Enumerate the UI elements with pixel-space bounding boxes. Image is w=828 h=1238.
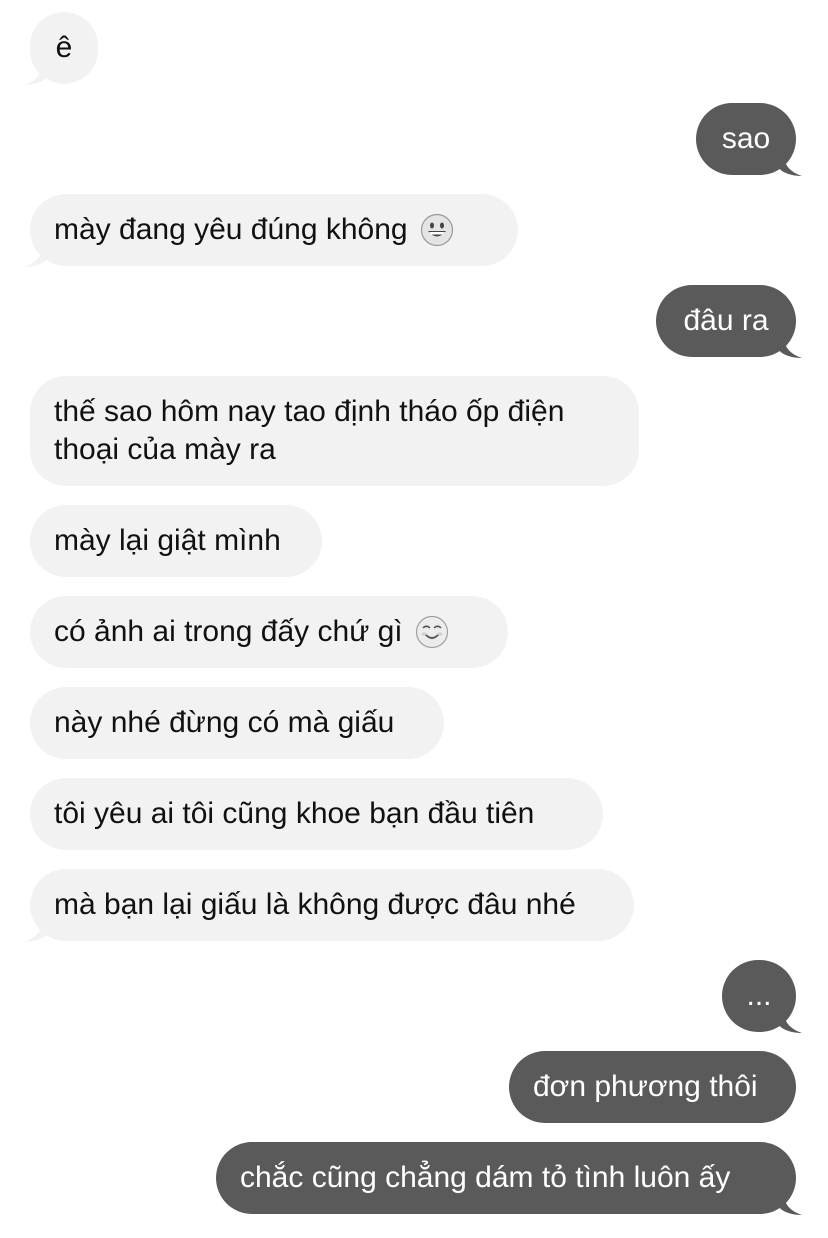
grinning-face-icon — [420, 213, 453, 247]
message-text: tôi yêu ai tôi cũng khoe bạn đầu tiên — [54, 797, 535, 830]
bubble-tail — [24, 921, 48, 942]
message-text: ... — [746, 979, 772, 1012]
bubble-tail — [24, 64, 48, 85]
message-text: đơn phương thôi — [533, 1070, 758, 1103]
message-text: có ảnh ai trong đấy chứ gì — [54, 615, 403, 648]
message-text: đâu ra — [683, 304, 769, 337]
message-text: sao — [721, 122, 771, 155]
smiling-face-icon — [415, 615, 448, 649]
message-text: này nhé đừng có mà giấu — [54, 706, 395, 739]
message-text: mà bạn lại giấu là không được đâu nhé — [54, 888, 576, 921]
message-bubble-incoming[interactable]: mày lại giật mình — [30, 505, 322, 577]
bubble-tail — [24, 246, 48, 267]
message-text: mày đang yêu đúng không — [54, 213, 408, 246]
message-bubble-outgoing[interactable]: đơn phương thôi — [509, 1051, 796, 1123]
message-bubble-incoming[interactable]: tôi yêu ai tôi cũng khoe bạn đầu tiên — [30, 778, 603, 850]
bubble-tail — [778, 155, 802, 176]
message-bubble-incoming[interactable]: này nhé đừng có mà giấu — [30, 687, 444, 759]
message-text: thế sao hôm nay tao định tháo ốp điện th… — [54, 395, 565, 466]
message-bubble-incoming[interactable]: mà bạn lại giấu là không được đâu nhé — [30, 869, 634, 941]
message-text: ê — [55, 31, 73, 64]
bubble-tail — [778, 1012, 802, 1033]
message-bubble-outgoing[interactable]: đâu ra — [656, 285, 796, 357]
message-bubble-incoming[interactable]: có ảnh ai trong đấy chứ gì — [30, 596, 508, 668]
message-bubble-outgoing[interactable]: chắc cũng chẳng dám tỏ tình luôn ấy — [216, 1142, 796, 1214]
message-text: mày lại giật mình — [54, 524, 281, 557]
bubble-tail — [778, 337, 802, 358]
message-text: chắc cũng chẳng dám tỏ tình luôn ấy — [240, 1161, 731, 1194]
message-bubble-incoming[interactable]: mày đang yêu đúng không — [30, 194, 518, 266]
message-bubble-incoming[interactable]: thế sao hôm nay tao định tháo ốp điện th… — [30, 376, 639, 486]
bubble-tail — [778, 1194, 802, 1215]
